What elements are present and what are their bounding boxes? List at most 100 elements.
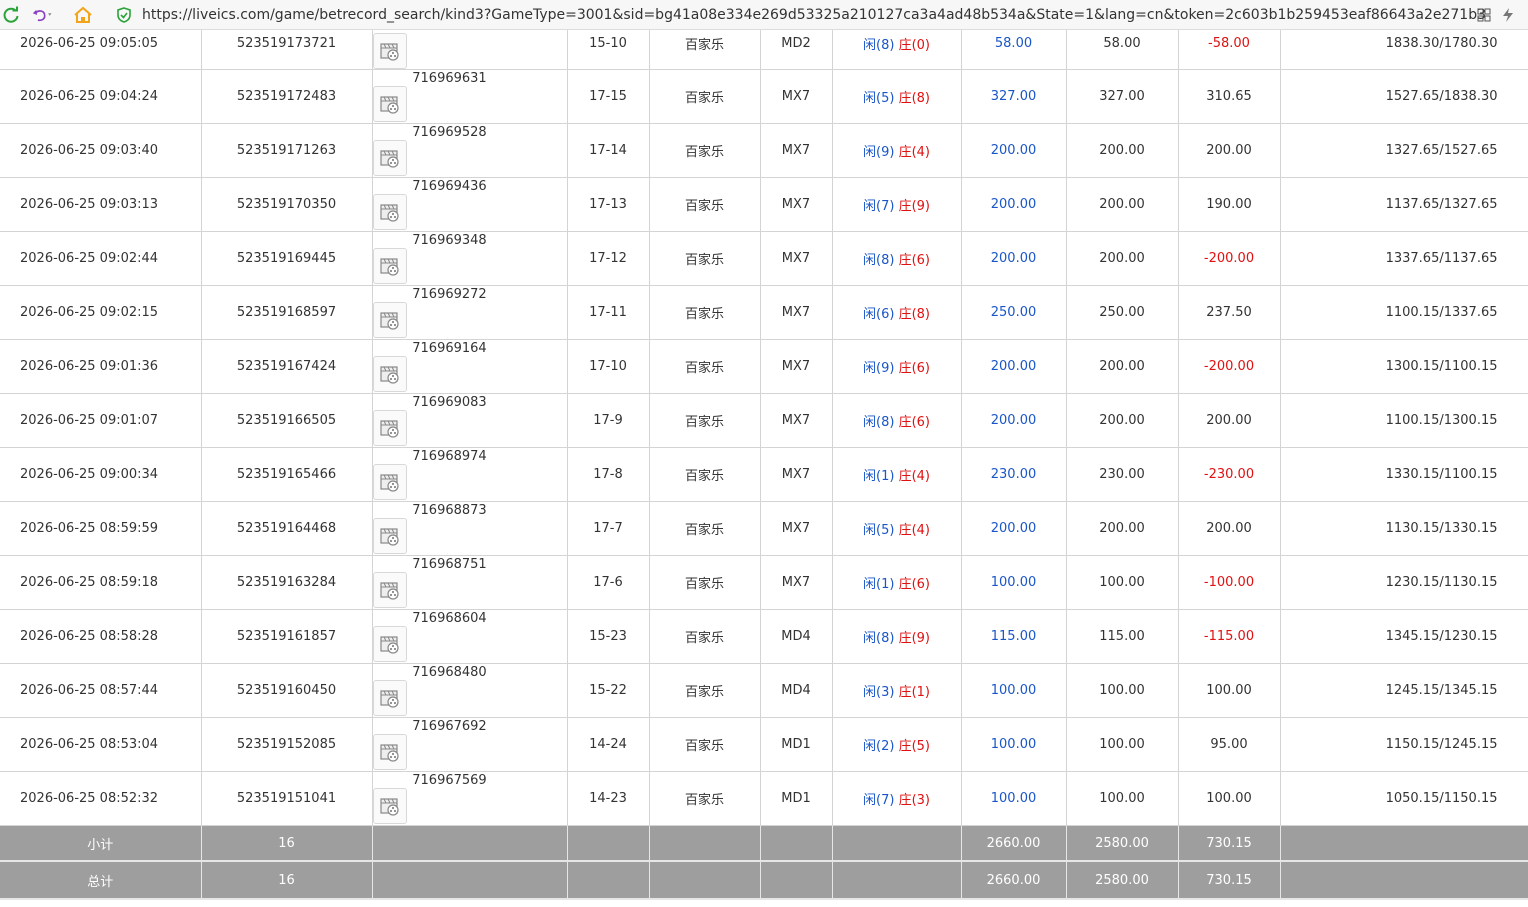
- video-replay-icon[interactable]: [372, 788, 407, 824]
- summary-count: 16: [201, 861, 373, 900]
- valid-bet-cell: 100.00: [1066, 663, 1179, 718]
- banker-result: 庄(9): [898, 631, 930, 646]
- room-cell: MX7: [760, 447, 833, 502]
- time-cell: 2026-06-25 08:58:28: [0, 609, 202, 664]
- room-cell: MX7: [760, 123, 833, 178]
- room-cell: MX7: [760, 177, 833, 232]
- bet-amount-cell: 200.00: [961, 501, 1067, 556]
- table-row: 2026-06-25 09:03:13 523519170350 716969436…: [0, 177, 1528, 232]
- bet-record-table: 2026-06-25 09:05:05523519173721 716969740…: [0, 30, 1528, 900]
- win-loss-cell: 200.00: [1178, 501, 1281, 556]
- win-loss-cell: -58.00: [1178, 30, 1281, 70]
- room-cell: MX7: [760, 69, 833, 124]
- round-id-cell: 716967692: [372, 717, 568, 772]
- balance-cell: 1345.15/1230.15: [1280, 609, 1528, 664]
- bet-id-cell: 523519164468: [201, 501, 373, 556]
- round-id: 716967569: [412, 773, 487, 788]
- video-replay-icon[interactable]: [372, 86, 407, 122]
- round-id: 716968751: [412, 557, 487, 572]
- bet-amount-cell: 100.00: [961, 717, 1067, 772]
- game-cell: 百家乐: [649, 609, 761, 664]
- video-replay-icon[interactable]: [372, 140, 407, 176]
- video-replay-icon[interactable]: [372, 518, 407, 554]
- win-loss-cell: -230.00: [1178, 447, 1281, 502]
- bet-amount-cell: 100.00: [961, 555, 1067, 610]
- banker-result: 庄(4): [898, 145, 930, 160]
- video-replay-icon[interactable]: [372, 464, 407, 500]
- banker-result: 庄(5): [898, 739, 930, 754]
- round-id: 716968480: [412, 665, 487, 680]
- game-cell: 百家乐: [649, 339, 761, 394]
- time-cell: 2026-06-25 08:59:59: [0, 501, 202, 556]
- summary-valid: 2580.00: [1066, 825, 1179, 862]
- summary-win: 730.15: [1178, 825, 1281, 862]
- banker-result: 庄(6): [898, 361, 930, 376]
- round-id-cell: 716968974: [372, 447, 568, 502]
- game-cell: 百家乐: [649, 231, 761, 286]
- url-text: https://liveics.com/game/betrecord_searc…: [142, 7, 1486, 23]
- summary-valid: 2580.00: [1066, 861, 1179, 900]
- video-replay-icon[interactable]: [372, 626, 407, 662]
- player-result: 闲(1): [863, 577, 895, 592]
- table-row: 2026-06-25 09:02:15 523519168597 716969272…: [0, 285, 1528, 340]
- game-cell: 百家乐: [649, 771, 761, 826]
- result-cell: 闲(9) 庄(4): [832, 123, 962, 178]
- balance-cell: 1330.15/1100.15: [1280, 447, 1528, 502]
- video-replay-icon[interactable]: [372, 356, 407, 392]
- player-result: 闲(9): [863, 145, 895, 160]
- video-replay-icon[interactable]: [372, 410, 407, 446]
- game-cell: 百家乐: [649, 285, 761, 340]
- bet-id-cell: 523519163284: [201, 555, 373, 610]
- video-replay-icon[interactable]: [372, 248, 407, 284]
- bet-id-cell: 523519165466: [201, 447, 373, 502]
- time-cell: 2026-06-25 09:05:05: [0, 30, 202, 70]
- video-replay-icon[interactable]: [372, 572, 407, 608]
- round-id: 716969272: [412, 287, 487, 302]
- balance-cell: 1327.65/1527.65: [1280, 123, 1528, 178]
- bet-id-cell: 523519166505: [201, 393, 373, 448]
- room-cell: MD2: [760, 30, 833, 70]
- table-row: 2026-06-25 08:57:44 523519160450 716968480…: [0, 663, 1528, 718]
- valid-bet-cell: 200.00: [1066, 393, 1179, 448]
- result-cell: 闲(8) 庄(6): [832, 231, 962, 286]
- total-row: 总计 16 2660.00 2580.00 730.15: [0, 861, 1528, 900]
- valid-bet-cell: 200.00: [1066, 177, 1179, 232]
- win-loss-cell: 190.00: [1178, 177, 1281, 232]
- win-loss-cell: 100.00: [1178, 663, 1281, 718]
- table-no-cell: 15-22: [567, 663, 650, 718]
- bet-amount-cell: 327.00: [961, 69, 1067, 124]
- address-bar[interactable]: https://liveics.com/game/betrecord_searc…: [116, 3, 1486, 27]
- grid-icon[interactable]: [1474, 5, 1494, 25]
- video-replay-icon[interactable]: [372, 194, 407, 230]
- refresh-icon[interactable]: [0, 4, 22, 26]
- video-replay-icon[interactable]: [372, 734, 407, 770]
- summary-label: 小计: [0, 825, 202, 862]
- time-cell: 2026-06-25 09:00:34: [0, 447, 202, 502]
- bet-amount-cell: 200.00: [961, 177, 1067, 232]
- result-cell: 闲(7) 庄(3): [832, 771, 962, 826]
- result-cell: 闲(2) 庄(5): [832, 717, 962, 772]
- undo-icon[interactable]: [32, 4, 54, 26]
- player-result: 闲(5): [863, 91, 895, 106]
- round-id-cell: 716969272: [372, 285, 568, 340]
- player-result: 闲(1): [863, 469, 895, 484]
- video-replay-icon[interactable]: [372, 680, 407, 716]
- valid-bet-cell: 200.00: [1066, 123, 1179, 178]
- game-cell: 百家乐: [649, 30, 761, 70]
- result-cell: 闲(9) 庄(6): [832, 339, 962, 394]
- result-cell: 闲(8) 庄(6): [832, 393, 962, 448]
- bet-amount-cell: 250.00: [961, 285, 1067, 340]
- game-cell: 百家乐: [649, 393, 761, 448]
- win-loss-cell: -115.00: [1178, 609, 1281, 664]
- home-icon[interactable]: [72, 4, 94, 26]
- banker-result: 庄(6): [898, 415, 930, 430]
- time-cell: 2026-06-25 09:01:36: [0, 339, 202, 394]
- table-no-cell: 17-7: [567, 501, 650, 556]
- round-id-cell: 716969164: [372, 339, 568, 394]
- table-no-cell: 17-10: [567, 339, 650, 394]
- lightning-icon[interactable]: [1498, 5, 1518, 25]
- video-replay-icon[interactable]: [372, 302, 407, 338]
- video-replay-icon[interactable]: [372, 33, 407, 69]
- bet-id-cell: 523519151041: [201, 771, 373, 826]
- table-row: 2026-06-25 09:02:44 523519169445 716969348…: [0, 231, 1528, 286]
